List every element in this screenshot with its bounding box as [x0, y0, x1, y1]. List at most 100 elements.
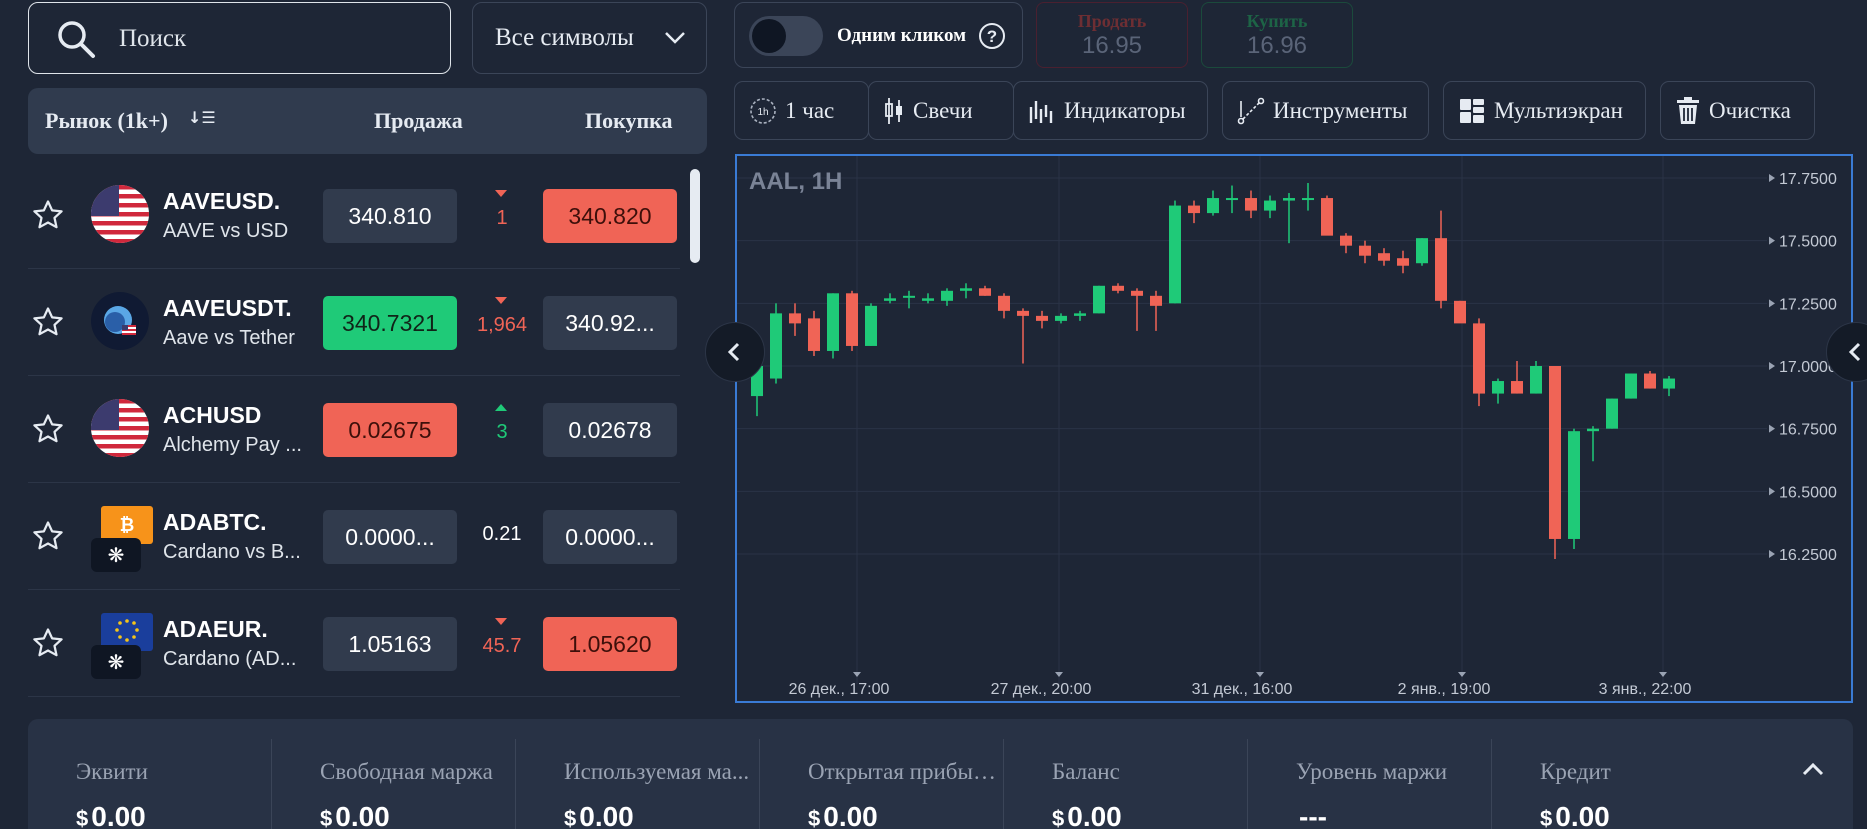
- market-row[interactable]: AAVEUSD. AAVE vs USD 340.810 1 340.820: [28, 162, 680, 269]
- sell-price-button[interactable]: 1.05163: [323, 617, 457, 671]
- candlestick-chart[interactable]: 17.750017.500017.250017.000016.750016.50…: [737, 156, 1851, 701]
- candle-up: [1663, 378, 1675, 389]
- chevron-up-icon[interactable]: [1801, 761, 1825, 777]
- market-row[interactable]: ACHUSD Alchemy Pay ... 0.02675 3 0.02678: [28, 376, 680, 483]
- sell-price-button[interactable]: 0.02675: [323, 403, 457, 457]
- spread-down-icon: [495, 190, 507, 197]
- candle-up: [1074, 313, 1086, 316]
- timeframe-icon: 1h: [750, 97, 776, 124]
- star-icon[interactable]: [31, 198, 65, 232]
- market-symbol: ADAEUR.: [163, 616, 268, 642]
- market-symbol: AAVEUSDT.: [163, 295, 292, 321]
- search-box[interactable]: [28, 2, 451, 74]
- market-description: Cardano vs B...: [163, 541, 301, 563]
- spread-value: 0.21: [482, 523, 522, 545]
- candle-down: [1017, 310, 1029, 316]
- market-description: Aave vs Tether: [163, 327, 295, 349]
- stat-label: Свободная маржа: [320, 759, 493, 784]
- balance-stat: Баланс $0.00: [1004, 739, 1248, 829]
- y-tick-label: 17.5000: [1779, 234, 1837, 251]
- chart-title: AAL, 1H: [749, 168, 843, 195]
- buy-button-label: Купить: [1246, 11, 1308, 31]
- account-summary: Эквити $0.00 Свободная маржа $0.00 Испол…: [28, 719, 1853, 829]
- svg-text:₿: ₿: [120, 515, 135, 536]
- candle-down: [1454, 300, 1466, 324]
- candle-down: [1112, 285, 1124, 291]
- timeframe-button[interactable]: 1h 1 час: [734, 81, 869, 140]
- candle-down: [1321, 198, 1333, 236]
- chart-type-button[interactable]: Свечи: [868, 81, 1014, 140]
- candle-down: [1245, 198, 1257, 211]
- buy-price-button[interactable]: 0.0000...: [543, 510, 677, 564]
- aave-icon: [91, 292, 149, 350]
- margin-level-stat: Уровень маржи ---: [1248, 739, 1492, 829]
- indicators-label: Индикаторы: [1064, 97, 1186, 123]
- candle-down: [789, 313, 801, 324]
- sort-icon[interactable]: ↓☰: [188, 108, 216, 127]
- chart-type-label: Свечи: [913, 97, 973, 123]
- spread-up-icon: [495, 404, 507, 411]
- x-tick-marker: [1458, 672, 1466, 677]
- market-symbol: ADABTC.: [163, 509, 267, 535]
- buy-price-button[interactable]: 1.05620: [543, 617, 677, 671]
- market-row[interactable]: AAVEUSDT. Aave vs Tether 340.7321 1,964 …: [28, 269, 680, 376]
- one-click-trading: Одним кликом ?: [734, 2, 1023, 68]
- market-list-scrollbar[interactable]: [690, 169, 700, 263]
- candle-up: [1606, 398, 1618, 429]
- candle-down: [1397, 258, 1409, 266]
- spread-value: 1: [496, 207, 508, 229]
- clear-button[interactable]: Очистка: [1660, 81, 1815, 140]
- x-tick-label: 26 дек., 17:00: [789, 681, 890, 698]
- buy-button[interactable]: Купить 16.96: [1201, 2, 1353, 68]
- star-icon[interactable]: [31, 412, 65, 446]
- drawing-tools-button[interactable]: Инструменты: [1222, 81, 1429, 140]
- multiscreen-button[interactable]: Мультиэкран: [1443, 81, 1646, 140]
- market-column-header[interactable]: Рынок (1k+): [45, 108, 168, 134]
- spread-value: 3: [496, 421, 508, 443]
- y-tick-label: 16.5000: [1779, 484, 1837, 501]
- buy-price-button[interactable]: 340.92...: [543, 296, 677, 350]
- sell-price-button[interactable]: 340.7321: [323, 296, 457, 350]
- market-row[interactable]: ₿ ❋ ADABTC. Cardano vs B... 0.0000... 0.…: [28, 483, 680, 590]
- drawing-tools-label: Инструменты: [1273, 97, 1408, 123]
- stat-label: Используемая ма...: [564, 759, 750, 784]
- buy-price-button[interactable]: 340.820: [543, 189, 677, 243]
- sell-price-button[interactable]: 0.0000...: [323, 510, 457, 564]
- star-icon[interactable]: [31, 519, 65, 553]
- sell-price-button[interactable]: 340.810: [323, 189, 457, 243]
- price-chart[interactable]: 17.7500 17.5000 17.2500 17.0000 16.7500 16.50…: [735, 154, 1853, 703]
- help-icon[interactable]: ?: [978, 22, 1006, 50]
- candle-down: [1644, 373, 1656, 389]
- chevron-left-icon: [727, 342, 740, 362]
- one-click-toggle[interactable]: [749, 16, 823, 56]
- clear-label: Очистка: [1709, 97, 1791, 123]
- stat-label: Уровень маржи: [1296, 759, 1448, 784]
- candle-up: [1169, 205, 1181, 304]
- stat-label: Баланс: [1052, 759, 1120, 784]
- stat-value: $0.00: [564, 801, 634, 829]
- spread-down-icon: [495, 297, 507, 304]
- multiscreen-icon: [1460, 98, 1484, 123]
- indicators-button[interactable]: Индикаторы: [1013, 81, 1208, 140]
- chart-left-button[interactable]: [705, 322, 765, 382]
- candle-up: [770, 313, 782, 379]
- candle-up: [1055, 315, 1067, 321]
- search-input[interactable]: [119, 21, 419, 57]
- buy-price-button[interactable]: 0.02678: [543, 403, 677, 457]
- market-description: AAVE vs USD: [163, 220, 289, 242]
- star-icon[interactable]: [31, 305, 65, 339]
- candle-up: [1492, 381, 1504, 394]
- symbol-filter-select[interactable]: Все символы: [472, 2, 707, 74]
- candle-up: [1416, 238, 1428, 264]
- star-icon[interactable]: [31, 626, 65, 660]
- candle-up: [941, 290, 953, 301]
- y-tick-label: 16.7500: [1779, 422, 1837, 439]
- y-tick-label: 17.2500: [1779, 296, 1837, 313]
- buy-column-header: Покупка: [585, 108, 673, 133]
- market-row[interactable]: ❋ ADAEUR. Cardano (AD... 1.05163 45.7 1.…: [28, 590, 680, 697]
- sell-button[interactable]: Продать 16.95: [1036, 2, 1188, 68]
- candle-down: [1036, 315, 1048, 321]
- candle-up: [960, 288, 972, 291]
- candle-down: [1473, 323, 1485, 394]
- x-tick-label: 3 янв., 22:00: [1599, 681, 1692, 698]
